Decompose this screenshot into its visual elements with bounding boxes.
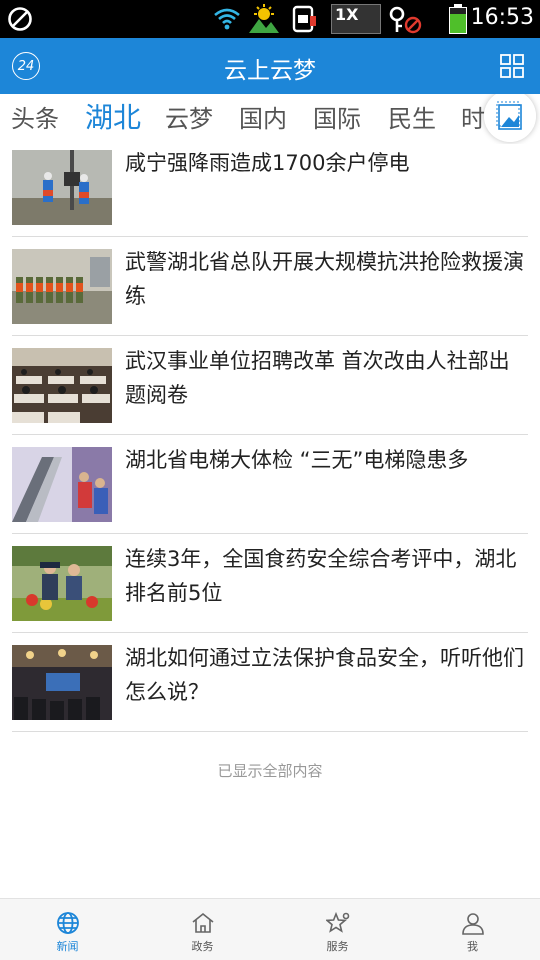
nav-government[interactable]: 政务 xyxy=(135,899,270,960)
news-thumbnail xyxy=(12,150,112,225)
news-thumbnail xyxy=(12,447,112,522)
status-bar: 1X 16:53 xyxy=(0,0,540,38)
tab-guonei[interactable]: 国内 xyxy=(239,99,287,134)
tab-shi[interactable]: 时 xyxy=(461,99,485,134)
key-blocked-icon xyxy=(388,4,424,34)
news-headline: 武汉事业单位招聘改革 首次改由人社部出题阅卷 xyxy=(125,349,510,407)
nav-label: 我 xyxy=(467,940,478,953)
news-headline: 武警湖北省总队开展大规模抗洪抢险救援演练 xyxy=(125,250,524,308)
wifi-icon xyxy=(212,4,242,34)
star-service-icon xyxy=(325,911,349,933)
news-thumbnail xyxy=(12,645,112,720)
news-item[interactable]: 武汉事业单位招聘改革 首次改由人社部出题阅卷 xyxy=(12,336,528,435)
tab-hubei[interactable]: 湖北 xyxy=(85,96,141,136)
app-title: 云上云梦 xyxy=(224,58,316,84)
blocked-icon xyxy=(6,4,34,34)
nav-label: 新闻 xyxy=(56,940,79,953)
news-item[interactable]: 湖北如何通过立法保护食品安全，听听他们怎么说？ xyxy=(12,633,528,732)
notification-icon: 1X xyxy=(330,4,382,34)
tab-minsheng[interactable]: 民生 xyxy=(388,99,436,134)
nav-me[interactable]: 我 xyxy=(405,899,540,960)
app-header: 24 云上云梦 xyxy=(0,38,540,94)
nav-label: 政务 xyxy=(191,940,214,953)
status-time: 16:53 xyxy=(470,5,534,30)
end-of-list-note: 已显示全部内容 xyxy=(217,762,323,780)
news-list: 咸宁强降雨造成1700余户停电 武警湖北省总队开展大规模抗洪抢险救援演练 武汉事… xyxy=(12,138,528,732)
notification-badge: 1X xyxy=(331,4,381,34)
news-headline: 湖北省电梯大体检 “三无”电梯隐患多 xyxy=(125,448,469,472)
grid-menu-icon[interactable] xyxy=(500,54,524,78)
news-headline: 湖北如何通过立法保护食品安全，听听他们怎么说？ xyxy=(125,646,524,704)
tab-yunmeng[interactable]: 云梦 xyxy=(165,99,213,134)
tab-toutiao[interactable]: 头条 xyxy=(11,99,59,134)
nav-news[interactable]: 新闻 xyxy=(0,899,135,960)
news-item[interactable]: 武警湖北省总队开展大规模抗洪抢险救援演练 xyxy=(12,237,528,336)
news-item[interactable]: 咸宁强降雨造成1700余户停电 xyxy=(12,138,528,237)
category-tabs: 头条 湖北 云梦 国内 国际 民生 时 xyxy=(0,94,540,144)
globe-icon xyxy=(56,912,79,934)
news-headline: 连续3年，全国食药安全综合考评中，湖北排名前5位 xyxy=(125,547,517,605)
battery-icon xyxy=(446,4,470,34)
news-thumbnail xyxy=(12,348,112,423)
weather-icon xyxy=(248,4,280,34)
nav-services[interactable]: 服务 xyxy=(270,899,405,960)
sim-icon xyxy=(290,4,318,34)
nav-label: 服务 xyxy=(326,940,349,953)
house-icon xyxy=(192,912,213,933)
news-thumbnail xyxy=(12,249,112,324)
news-thumbnail xyxy=(12,546,112,621)
person-icon xyxy=(461,913,484,935)
news-headline: 咸宁强降雨造成1700余户停电 xyxy=(125,151,410,175)
bottom-nav: 新闻 政务 服务 我 xyxy=(0,898,540,960)
news-item[interactable]: 湖北省电梯大体检 “三无”电梯隐患多 xyxy=(12,435,528,534)
tab-guoji[interactable]: 国际 xyxy=(313,99,361,134)
news-item[interactable]: 连续3年，全国食药安全综合考评中，湖北排名前5位 xyxy=(12,534,528,633)
edit-tabs-icon[interactable] xyxy=(484,94,536,142)
